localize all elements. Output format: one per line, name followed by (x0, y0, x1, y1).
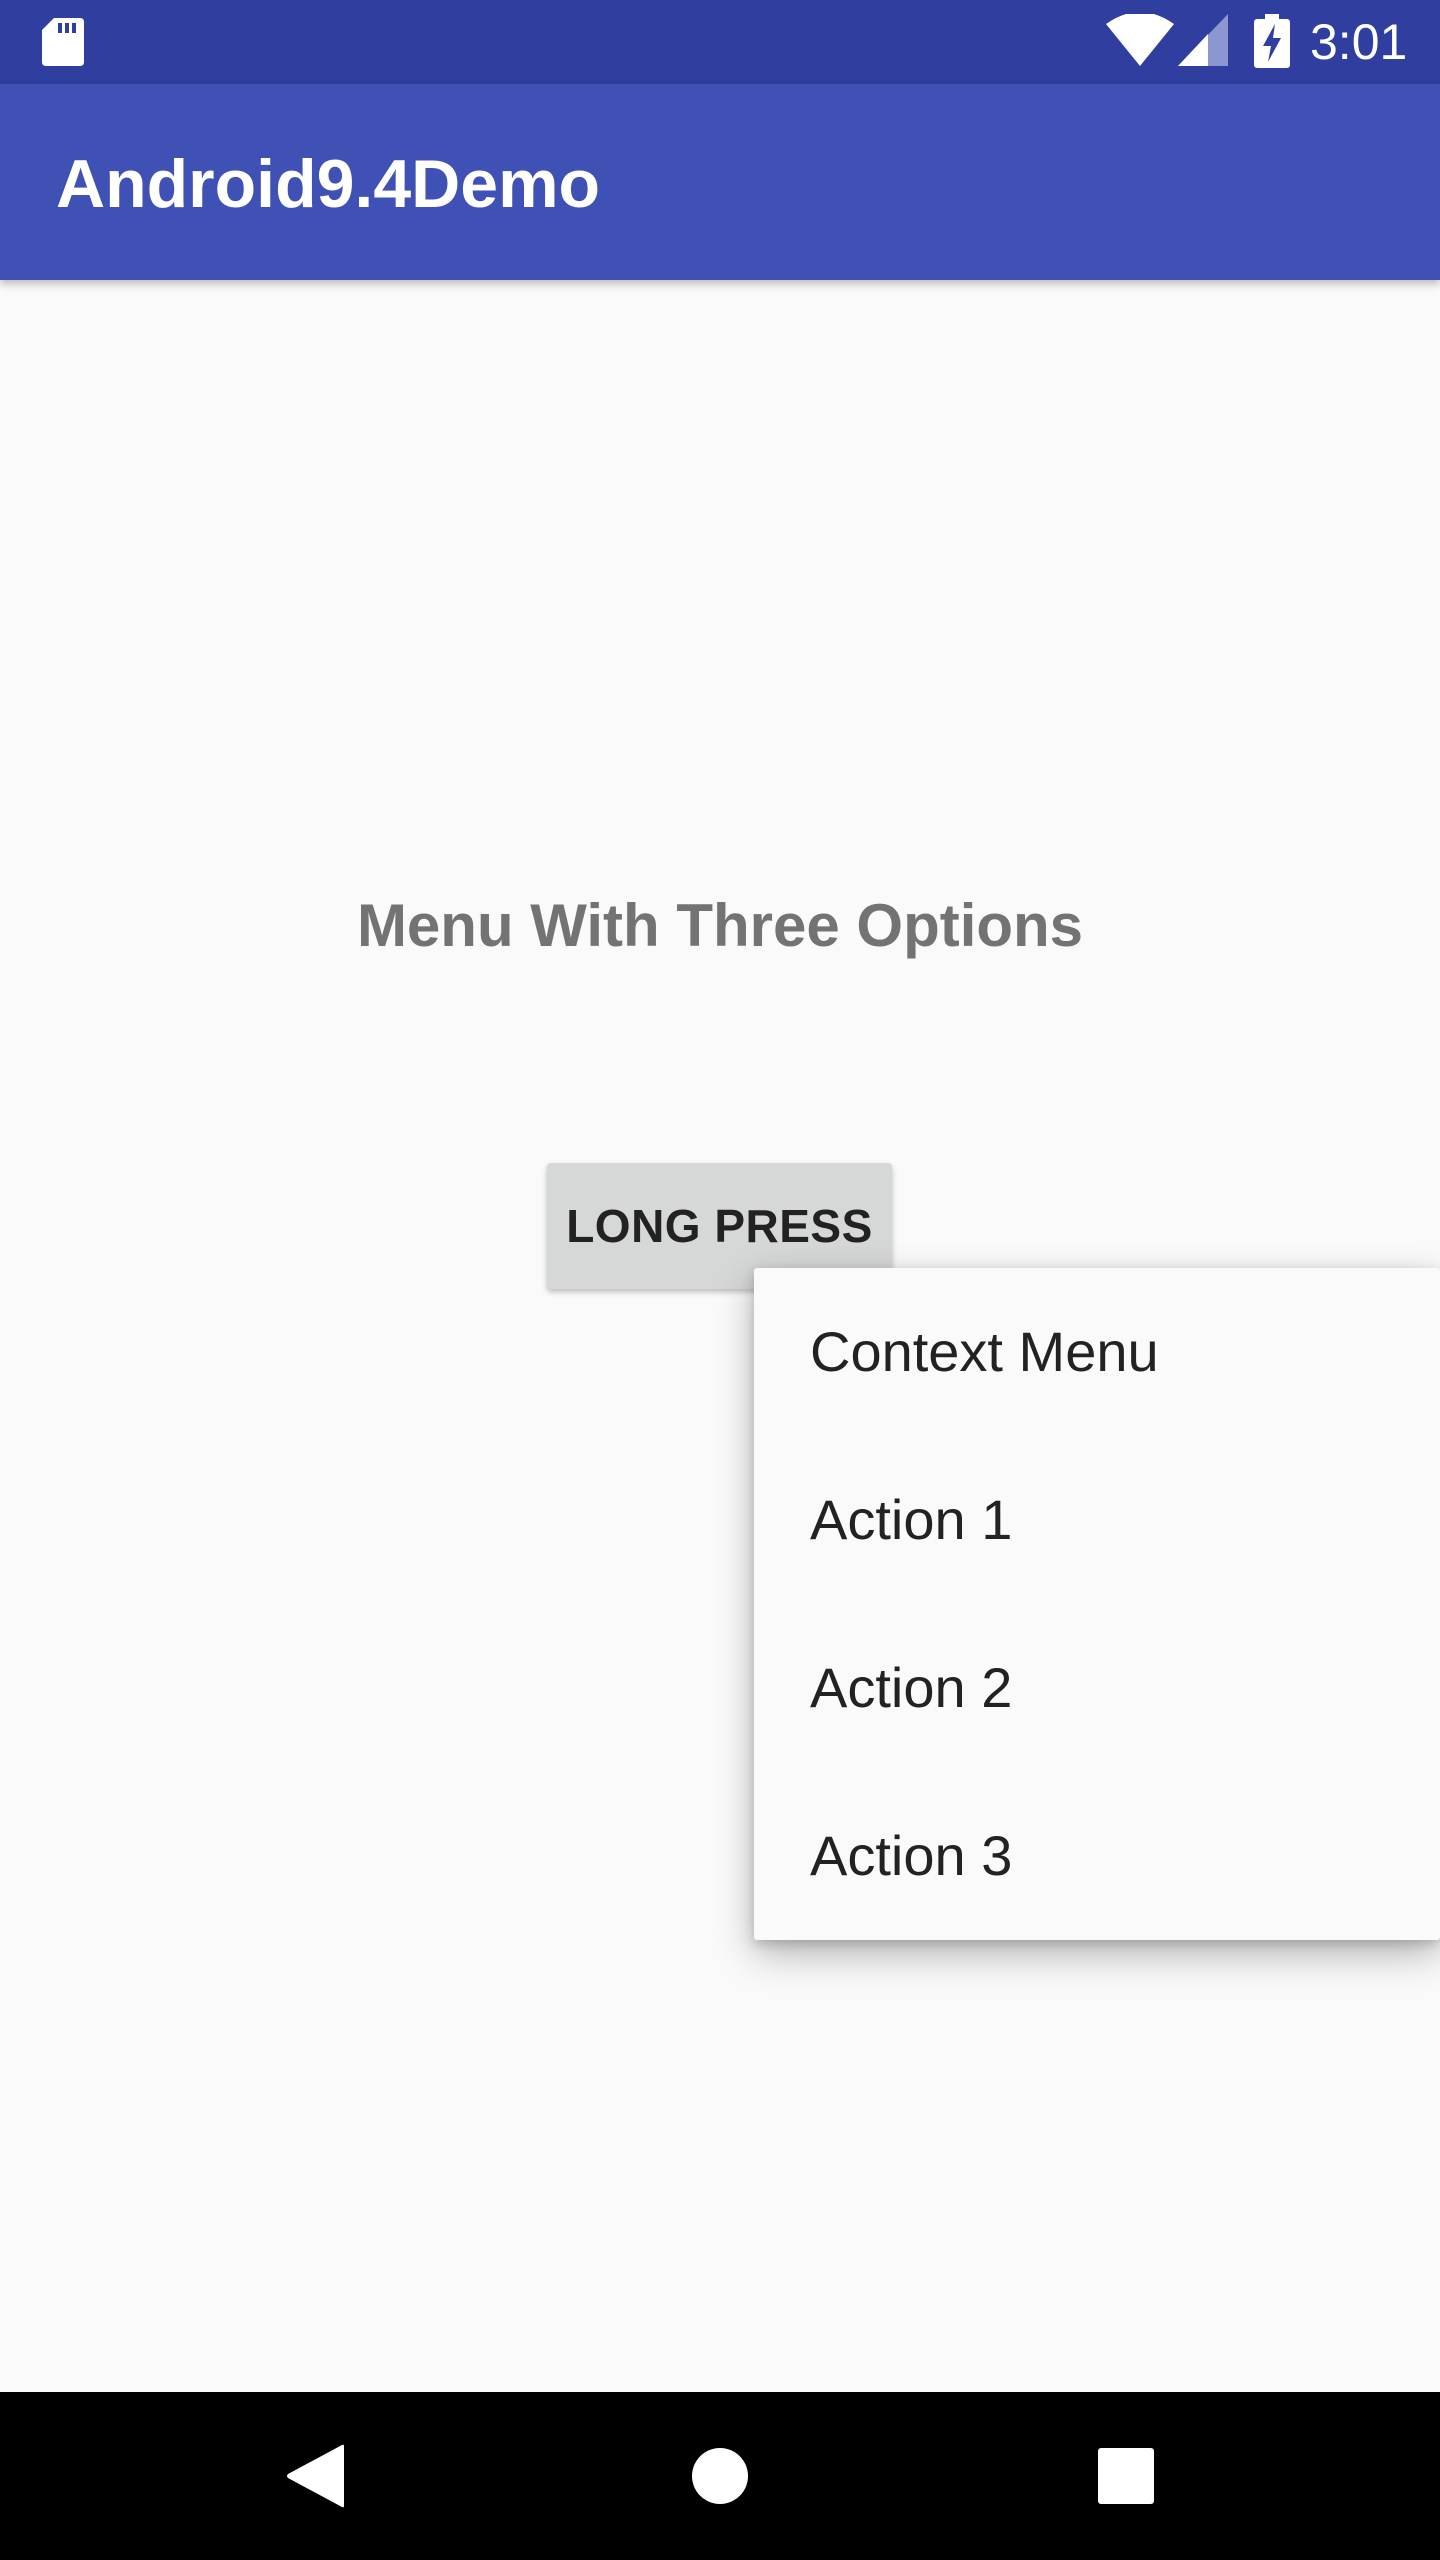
page-heading: Menu With Three Options (356, 892, 1084, 959)
home-icon[interactable] (690, 2446, 750, 2506)
menu-item-action-3[interactable]: Action 3 (754, 1772, 1440, 1940)
status-time: 3:01 (1310, 14, 1408, 70)
context-menu: Context Menu Action 1 Action 2 Action 3 (754, 1268, 1440, 1940)
navigation-bar (0, 2392, 1440, 2560)
cell-signal-icon (1178, 14, 1228, 66)
battery-charging-icon (1254, 14, 1290, 68)
menu-item-action-2[interactable]: Action 2 (754, 1604, 1440, 1772)
menu-item-action-1[interactable]: Action 1 (754, 1436, 1440, 1604)
context-menu-title: Context Menu (810, 1320, 1159, 1383)
status-bar: 3:01 (0, 0, 1440, 84)
recents-icon[interactable] (1098, 2448, 1154, 2504)
back-icon[interactable] (286, 2444, 344, 2508)
sd-card-icon (42, 18, 84, 66)
wifi-icon (1106, 14, 1174, 66)
screen: 3:01 Android9.4Demo Menu With Three Opti… (0, 0, 1440, 2560)
app-bar: Android9.4Demo (0, 84, 1440, 280)
app-title: Android9.4Demo (56, 146, 601, 222)
